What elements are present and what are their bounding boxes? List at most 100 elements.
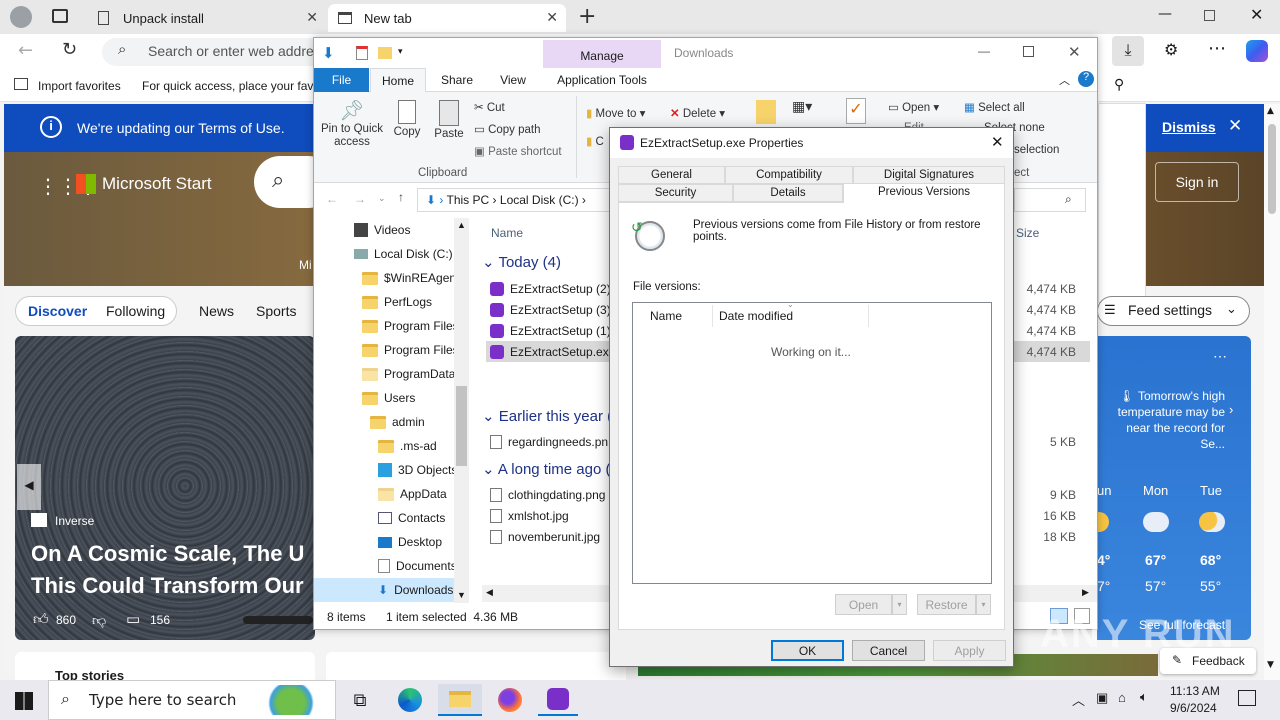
dislike-icon[interactable]: 👎︎	[92, 612, 106, 629]
copy-to-button[interactable]: ▮ C	[586, 134, 604, 148]
tab-home[interactable]: Home	[370, 68, 426, 92]
tree-item-users[interactable]: Users	[362, 386, 415, 410]
paste-button[interactable]: Paste	[432, 98, 466, 140]
close-icon[interactable]: ✕	[546, 9, 558, 26]
tray-overflow-icon[interactable]: ︿	[1072, 690, 1085, 709]
tab-share[interactable]: Share	[432, 68, 482, 92]
copy-button[interactable]: Copy	[390, 98, 424, 138]
downloads-icon[interactable]: ⤓	[1112, 36, 1144, 66]
nav-discover[interactable]: Discover	[28, 296, 87, 326]
close-icon[interactable]: ✕	[1228, 116, 1242, 136]
column-header-name[interactable]: Name	[491, 226, 523, 240]
tree-item-program-files[interactable]: Program Files	[362, 314, 459, 338]
tab-details[interactable]: Details	[733, 184, 843, 202]
like-icon[interactable]: 👍︎	[33, 610, 49, 629]
new-folder-quick-icon[interactable]	[378, 47, 392, 59]
dismiss-link[interactable]: Dismiss	[1162, 119, 1216, 135]
file-versions-list[interactable]: Name ⌄ Date modified Working on it...	[632, 300, 992, 584]
breadcrumb-local-disk[interactable]: Local Disk (C:)	[500, 193, 579, 207]
tree-item-admin[interactable]: admin	[370, 410, 425, 434]
ok-button[interactable]: OK	[771, 640, 844, 661]
import-favorites-link[interactable]: Import favorites	[38, 79, 121, 93]
address-path[interactable]: ⬇ › This PC › Local Disk (C:) ›	[417, 188, 612, 212]
open-dropdown-button[interactable]: ▾	[892, 594, 907, 615]
group-earlier-this-year[interactable]: ⌄ Earlier this year (1	[482, 407, 620, 425]
wifi-icon[interactable]: ⌂	[1118, 690, 1126, 705]
cancel-button[interactable]: Cancel	[852, 640, 925, 661]
cut-button[interactable]: ✂ Cut	[474, 100, 505, 114]
clock-time[interactable]: 11:13 AM	[1170, 684, 1220, 698]
maximize-icon[interactable]	[1023, 46, 1034, 57]
column-header-name[interactable]: Name	[650, 309, 682, 323]
close-icon[interactable]: ✕	[1068, 43, 1081, 61]
more-options-icon[interactable]: ⋯	[1213, 348, 1227, 365]
close-window-icon[interactable]: ✕	[1250, 5, 1263, 24]
new-folder-icon[interactable]	[756, 100, 776, 124]
back-icon[interactable]: ←	[18, 40, 33, 61]
nav-following[interactable]: Following	[106, 296, 165, 326]
comment-icon[interactable]: ▭	[126, 610, 140, 628]
tree-item-3d-objects[interactable]: 3D Objects	[378, 458, 457, 482]
browser-tab-unpack-install[interactable]: Unpack install ✕	[88, 4, 326, 32]
restore-button[interactable]: Restore	[917, 594, 976, 615]
scroll-thumb[interactable]	[456, 386, 467, 466]
tree-item-appdata[interactable]: AppData	[378, 482, 447, 506]
tab-application-tools[interactable]: Application Tools	[543, 68, 661, 92]
tab-actions-icon[interactable]	[52, 9, 68, 23]
article-title[interactable]: On A Cosmic Scale, The U This Could Tran…	[31, 538, 331, 602]
tree-item-desktop[interactable]: Desktop	[378, 530, 442, 554]
nav-news[interactable]: News	[199, 296, 234, 326]
carousel-prev-button[interactable]: ◀	[17, 464, 41, 510]
edge-taskbar-icon[interactable]	[392, 684, 428, 716]
restore-dropdown-button[interactable]: ▾	[976, 594, 991, 615]
tab-view[interactable]: View	[488, 68, 538, 92]
breadcrumb-this-pc[interactable]: This PC	[447, 193, 490, 207]
properties-icon[interactable]: ✓	[846, 98, 866, 124]
browser-tab-new-tab[interactable]: New tab ✕	[328, 4, 566, 32]
tree-item-documents[interactable]: Documents	[378, 554, 457, 578]
group-today[interactable]: ⌄ Today (4)	[482, 253, 561, 271]
tab-file[interactable]: File	[314, 68, 369, 92]
chevron-right-icon[interactable]: ›	[1229, 402, 1233, 417]
taskbar-search[interactable]: ⌕ Type here to search	[48, 680, 336, 720]
tree-item-program-files-x86[interactable]: Program Files	[362, 338, 459, 362]
quick-access-dropdown-icon[interactable]: ▾	[398, 46, 403, 57]
select-all-button[interactable]: ▦ Select all	[964, 100, 1025, 114]
scroll-thumb[interactable]	[1268, 124, 1276, 214]
page-scrollbar[interactable]: ▲ ▼	[1264, 104, 1280, 680]
close-icon[interactable]: ✕	[991, 133, 1004, 151]
tree-item-videos[interactable]: Videos	[354, 218, 410, 242]
collapse-ribbon-icon[interactable]: ︿	[1059, 72, 1070, 88]
more-menu-icon[interactable]: ⋯	[1208, 38, 1226, 59]
task-view-icon[interactable]: ⧉	[342, 684, 378, 716]
refresh-icon[interactable]: ↻	[62, 39, 77, 60]
scroll-up-icon[interactable]: ▲	[457, 220, 466, 230]
manage-context-tab[interactable]: Manage	[543, 40, 661, 68]
feed-settings-button[interactable]: ☰ Feed settings ⌄	[1097, 296, 1250, 326]
properties-quick-icon[interactable]	[356, 46, 368, 60]
network-icon[interactable]: ▣	[1096, 690, 1108, 706]
profile-avatar[interactable]	[10, 6, 32, 28]
back-icon[interactable]: ←	[326, 192, 338, 206]
ezextract-taskbar-icon[interactable]	[538, 684, 578, 716]
tree-item-programdata[interactable]: ProgramData	[362, 362, 455, 386]
scroll-down-icon[interactable]: ▼	[1267, 660, 1274, 670]
sign-in-button[interactable]: Sign in	[1155, 162, 1239, 202]
tree-item-perflogs[interactable]: PerfLogs	[362, 290, 432, 314]
clock-date[interactable]: 9/6/2024	[1170, 701, 1217, 715]
pin-quick-access-button[interactable]: 📌︎ Pin to Quick access	[320, 98, 384, 149]
pin-icon[interactable]: ⚲	[1114, 76, 1124, 93]
file-explorer-taskbar-icon[interactable]	[438, 684, 482, 716]
minimize-icon[interactable]: —	[1158, 6, 1172, 22]
tree-item-downloads[interactable]: ⬇ Downloads	[314, 578, 454, 602]
tab-previous-versions[interactable]: Previous Versions	[843, 183, 1005, 203]
scroll-up-icon[interactable]: ▲	[1267, 106, 1274, 116]
notification-icon[interactable]	[1238, 690, 1256, 706]
extensions-icon[interactable]: ⚙	[1164, 40, 1178, 59]
weather-card[interactable]: ⋯ 🌡︎ Tomorrow's high temperature may be …	[1095, 336, 1251, 640]
minimize-icon[interactable]: —	[978, 44, 990, 58]
tree-item-contacts[interactable]: Contacts	[378, 506, 445, 530]
open-button[interactable]: ▭ Open ▾	[888, 100, 939, 114]
nav-sports[interactable]: Sports	[256, 296, 296, 326]
column-header-size[interactable]: Size	[1016, 226, 1039, 240]
